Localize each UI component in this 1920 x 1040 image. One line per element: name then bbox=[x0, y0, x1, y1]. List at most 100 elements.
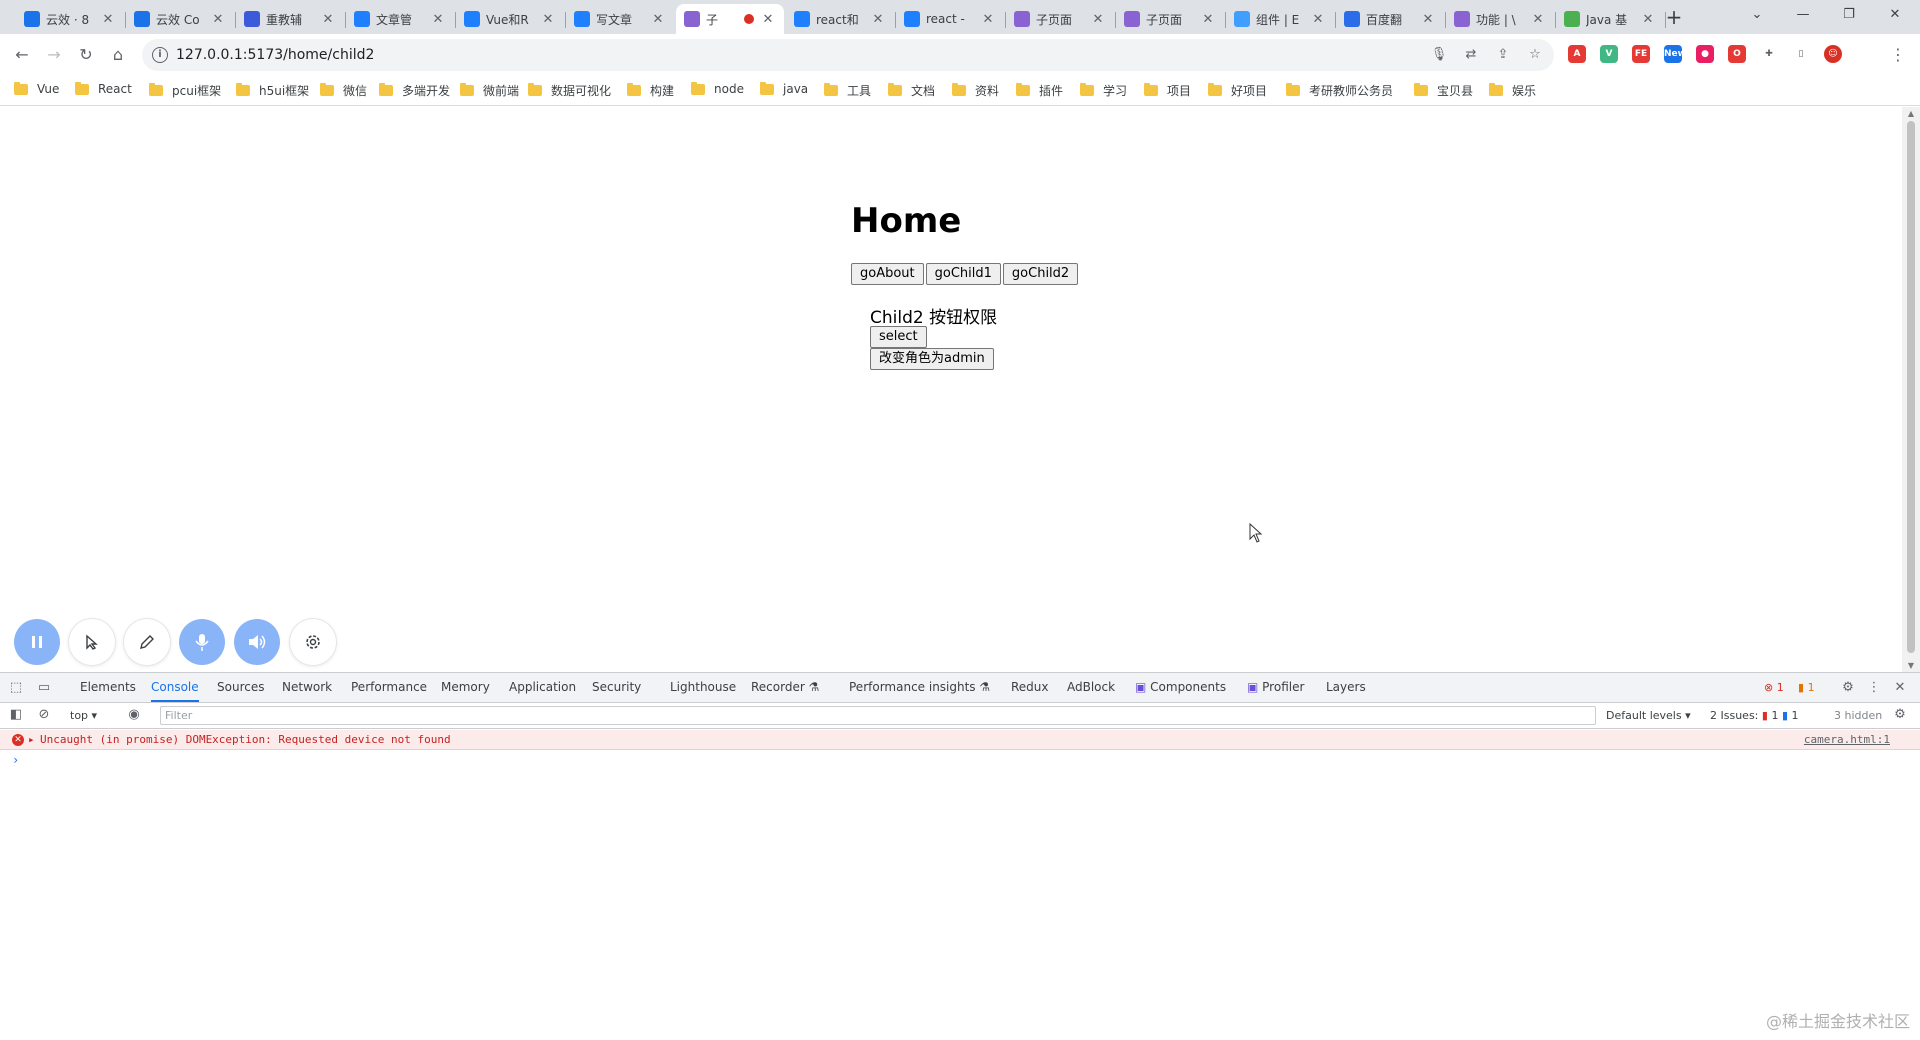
pen-tool-button[interactable] bbox=[124, 619, 170, 665]
warning-counter[interactable]: ▮ 1 bbox=[1798, 681, 1815, 694]
close-tab-icon[interactable]: ✕ bbox=[1420, 12, 1436, 27]
bookmark-folder[interactable]: 微信 bbox=[320, 82, 367, 99]
devtools-tab[interactable]: Console bbox=[151, 673, 199, 702]
scroll-down-arrow[interactable]: ▼ bbox=[1907, 661, 1915, 670]
go-child2-button[interactable]: goChild2 bbox=[1002, 263, 1079, 285]
close-tab-icon[interactable]: ✕ bbox=[1200, 12, 1216, 27]
share-icon[interactable]: ⇪ bbox=[1494, 47, 1512, 63]
console-prompt[interactable]: › bbox=[12, 753, 19, 767]
bookmark-folder[interactable]: node bbox=[691, 81, 744, 96]
issues-link[interactable]: 2 Issues: ▮ 1 ▮ 1 bbox=[1710, 709, 1799, 722]
close-tab-icon[interactable]: ✕ bbox=[430, 12, 446, 27]
site-info-icon[interactable]: i bbox=[152, 47, 168, 63]
devtools-settings-icon[interactable]: ⚙ bbox=[1840, 680, 1856, 696]
microphone-toggle-button[interactable] bbox=[179, 619, 225, 665]
devtools-tab[interactable]: ▣ Components bbox=[1135, 673, 1226, 702]
context-selector[interactable]: top ▾ bbox=[70, 709, 97, 722]
browser-tab[interactable]: 云效 Co ✕ bbox=[126, 4, 234, 34]
vue-devtools-icon[interactable]: V bbox=[1600, 45, 1618, 63]
devtools-tab[interactable]: ▣ Profiler bbox=[1247, 673, 1304, 702]
bookmark-folder[interactable]: 工具 bbox=[824, 82, 871, 99]
browser-tab[interactable]: 子页面 ✕ bbox=[1006, 4, 1114, 34]
home-icon[interactable]: ⌂ bbox=[104, 41, 132, 69]
select-button[interactable]: select bbox=[870, 326, 927, 348]
console-error-row[interactable]: ✕ ▸ Uncaught (in promise) DOMException: … bbox=[0, 730, 1920, 750]
side-panel-icon[interactable]: ▯ bbox=[1792, 45, 1810, 63]
new-tab-button[interactable]: + bbox=[1660, 6, 1688, 30]
change-role-button[interactable]: 改变角色为admin bbox=[870, 348, 994, 370]
extensions-puzzle-icon[interactable]: ✚ bbox=[1760, 45, 1778, 63]
scroll-thumb[interactable] bbox=[1907, 121, 1915, 653]
browser-tab[interactable]: 组件 | E ✕ bbox=[1226, 4, 1334, 34]
close-tab-icon[interactable]: ✕ bbox=[1640, 12, 1656, 27]
browser-tab[interactable]: 云效 · 8 ✕ bbox=[16, 4, 124, 34]
devtools-tab[interactable]: Redux bbox=[1011, 673, 1049, 702]
device-toolbar-icon[interactable]: ▭ bbox=[36, 680, 52, 696]
error-source-link[interactable]: camera.html:1 bbox=[1804, 733, 1890, 746]
translate-icon[interactable]: ⇄ bbox=[1462, 47, 1480, 63]
bookmark-folder[interactable]: 学习 bbox=[1080, 82, 1127, 99]
pause-recording-button[interactable] bbox=[14, 619, 60, 665]
close-tab-icon[interactable]: ✕ bbox=[1090, 12, 1106, 27]
browser-tab[interactable]: react和 ✕ bbox=[786, 4, 894, 34]
clear-console-icon[interactable]: ⊘ bbox=[36, 707, 52, 723]
close-tab-icon[interactable]: ✕ bbox=[540, 12, 556, 27]
devtools-more-icon[interactable]: ⋮ bbox=[1866, 680, 1882, 696]
bookmark-folder[interactable]: 构建 bbox=[627, 82, 674, 99]
close-tab-icon[interactable]: ✕ bbox=[1530, 12, 1546, 27]
bookmark-folder[interactable]: 插件 bbox=[1016, 82, 1063, 99]
browser-tab[interactable]: 文章管 ✕ bbox=[346, 4, 454, 34]
console-settings-icon[interactable]: ⚙ bbox=[1892, 707, 1908, 723]
bookmark-folder[interactable]: pcui框架 bbox=[149, 82, 221, 99]
page-scrollbar[interactable]: ▲ ▼ bbox=[1902, 107, 1920, 672]
close-tab-icon[interactable]: ✕ bbox=[650, 12, 666, 27]
bookmark-folder[interactable]: 多端开发 bbox=[379, 82, 450, 99]
browser-tab[interactable]: 子页面 ✕ bbox=[1116, 4, 1224, 34]
pointer-tool-button[interactable] bbox=[69, 619, 115, 665]
browser-tab[interactable]: react - ✕ bbox=[896, 4, 1004, 34]
bookmark-folder[interactable]: 数据可视化 bbox=[528, 82, 611, 99]
devtools-tab[interactable]: Lighthouse bbox=[670, 673, 736, 702]
bookmark-star-icon[interactable]: ☆ bbox=[1526, 47, 1544, 63]
opera-icon[interactable]: O bbox=[1728, 45, 1746, 63]
browser-menu-icon[interactable]: ⋮ bbox=[1884, 41, 1912, 69]
devtools-tab[interactable]: Recorder ⚗ bbox=[751, 673, 819, 702]
scroll-up-arrow[interactable]: ▲ bbox=[1907, 109, 1915, 118]
minimize-icon[interactable]: — bbox=[1780, 0, 1826, 30]
bookmark-folder[interactable]: 娱乐 bbox=[1489, 82, 1536, 99]
record-icon[interactable]: ● bbox=[1696, 45, 1714, 63]
browser-tab[interactable]: 写文章 ✕ bbox=[566, 4, 674, 34]
go-child1-button[interactable]: goChild1 bbox=[925, 263, 1001, 285]
tab-search-icon[interactable]: ⌄ bbox=[1734, 0, 1780, 30]
restore-icon[interactable]: ❐ bbox=[1826, 0, 1872, 30]
bookmark-folder[interactable]: h5ui框架 bbox=[236, 82, 309, 99]
bookmark-folder[interactable]: Vue bbox=[14, 81, 59, 96]
devtools-tab[interactable]: Performance bbox=[351, 673, 427, 702]
fe-helper-icon[interactable]: FE bbox=[1632, 45, 1650, 63]
bookmark-folder[interactable]: 宝贝县 bbox=[1414, 82, 1473, 99]
close-tab-icon[interactable]: ✕ bbox=[320, 12, 336, 27]
browser-tab[interactable]: 百度翻 ✕ bbox=[1336, 4, 1444, 34]
bookmark-folder[interactable]: 考研教师公务员 bbox=[1286, 82, 1393, 99]
sidebar-toggle-icon[interactable]: ◧ bbox=[8, 707, 24, 723]
bookmark-folder[interactable]: 项目 bbox=[1144, 82, 1191, 99]
devtools-tab[interactable]: Security bbox=[592, 673, 641, 702]
bookmark-folder[interactable]: 文档 bbox=[888, 82, 935, 99]
close-tab-icon[interactable]: ✕ bbox=[980, 12, 996, 27]
forward-arrow-icon[interactable]: → bbox=[40, 41, 68, 69]
devtools-tab[interactable]: Memory bbox=[441, 673, 490, 702]
bookmark-folder[interactable]: 微前端 bbox=[460, 82, 519, 99]
devtools-tab[interactable]: Layers bbox=[1326, 673, 1366, 702]
console-filter-input[interactable]: Filter bbox=[160, 706, 1596, 725]
devtools-tab[interactable]: AdBlock bbox=[1067, 673, 1115, 702]
adblock-icon[interactable]: A bbox=[1568, 45, 1586, 63]
inspect-element-icon[interactable]: ⬚ bbox=[8, 680, 24, 696]
devtools-tab[interactable]: Application bbox=[509, 673, 576, 702]
expand-triangle-icon[interactable]: ▸ bbox=[28, 733, 35, 746]
address-bar[interactable]: i 127.0.0.1:5173/home/child2 🎙 ⇄ ⇪ ☆ bbox=[142, 39, 1554, 71]
browser-tab[interactable]: Java 基 ✕ bbox=[1556, 4, 1664, 34]
close-tab-icon[interactable]: ✕ bbox=[1310, 12, 1326, 27]
go-about-button[interactable]: goAbout bbox=[851, 263, 924, 285]
close-tab-icon[interactable]: ✕ bbox=[870, 12, 886, 27]
close-tab-icon[interactable]: ✕ bbox=[100, 12, 116, 27]
